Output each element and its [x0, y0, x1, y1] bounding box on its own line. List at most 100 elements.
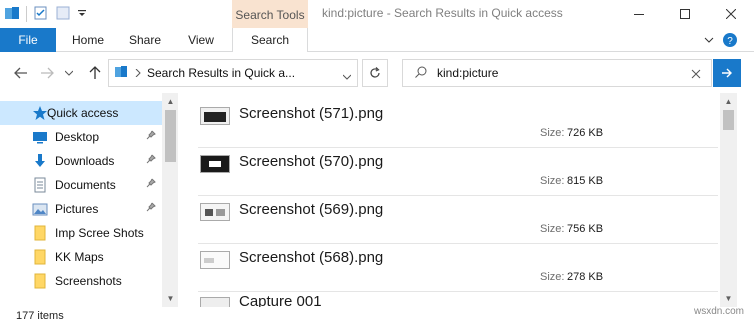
up-arrow-icon [89, 66, 101, 79]
scroll-down-icon[interactable]: ▼ [162, 290, 179, 307]
file-name[interactable]: Screenshot (571).png [239, 105, 383, 122]
file-size: 726 KB [567, 127, 604, 139]
pin-icon[interactable] [146, 154, 156, 167]
desktop-icon [32, 129, 48, 145]
scroll-thumb[interactable] [723, 110, 734, 130]
scroll-up-icon[interactable]: ▲ [162, 93, 179, 110]
address-row: Search Results in Quick a... [0, 53, 754, 93]
chevron-down-icon [65, 70, 73, 76]
file-name[interactable]: Capture 001 [239, 293, 322, 307]
tab-view[interactable]: View [180, 28, 222, 52]
folder-icon [32, 249, 48, 265]
nav-pane-scrollbar[interactable]: ▲ ▼ [162, 93, 179, 307]
sidebar-item-documents[interactable]: Documents [0, 173, 162, 197]
search-results-pane: Screenshot (571).png Size: 726 KB Screen… [178, 93, 737, 307]
search-box[interactable] [402, 59, 712, 87]
sidebar-item-pictures[interactable]: Pictures [0, 197, 162, 221]
up-button[interactable] [84, 63, 106, 83]
folder-icon [32, 273, 48, 289]
maximize-icon [680, 9, 690, 19]
help-icon[interactable]: ? [722, 32, 738, 51]
list-item[interactable]: Screenshot (570).png Size: 815 KB [198, 147, 718, 195]
ribbon-tabs: File Home Share View Search ? [0, 28, 754, 52]
maximize-button[interactable] [662, 0, 708, 28]
list-item[interactable]: Capture 001 [198, 293, 718, 307]
file-thumbnail [200, 297, 230, 307]
file-thumbnail [200, 107, 230, 125]
download-icon [32, 153, 48, 169]
minimize-button[interactable] [616, 0, 662, 28]
tab-search[interactable]: Search [232, 28, 308, 52]
file-name[interactable]: Screenshot (570).png [239, 153, 383, 170]
expand-ribbon-icon[interactable] [704, 34, 714, 48]
refresh-icon [370, 67, 380, 78]
tab-share[interactable]: Share [124, 28, 166, 52]
file-size: 815 KB [567, 175, 604, 187]
search-results-location-icon [113, 64, 129, 83]
new-folder-icon[interactable] [55, 5, 71, 24]
file-name[interactable]: Screenshot (569).png [239, 201, 383, 218]
star-icon [32, 105, 48, 121]
svg-text:?: ? [727, 36, 733, 47]
scroll-thumb[interactable] [165, 110, 176, 162]
size-label: Size: [540, 127, 565, 139]
sidebar-item-label: Downloads [55, 154, 115, 168]
results-scrollbar[interactable]: ▲ ▼ [720, 93, 737, 307]
sidebar-item-label: KK Maps [55, 250, 104, 264]
scroll-up-icon[interactable]: ▲ [720, 93, 737, 110]
sidebar-item-label: Quick access [47, 106, 119, 120]
pin-icon[interactable] [146, 130, 156, 143]
address-dropdown-icon[interactable] [342, 69, 352, 83]
address-text[interactable]: Search Results in Quick a... [147, 66, 295, 80]
file-thumbnail [200, 251, 230, 269]
list-item[interactable]: Screenshot (568).png Size: 278 KB [198, 243, 718, 291]
address-bar[interactable]: Search Results in Quick a... [108, 59, 358, 87]
refresh-button[interactable] [362, 59, 388, 87]
pin-icon[interactable] [146, 178, 156, 191]
row-divider [198, 291, 718, 292]
search-input[interactable] [437, 66, 677, 80]
search-tools-context-header: Search Tools [232, 0, 308, 28]
recent-locations-button[interactable] [62, 63, 76, 83]
tab-file[interactable]: File [0, 28, 56, 52]
forward-button[interactable] [36, 63, 58, 83]
sidebar-item-desktop[interactable]: Desktop [0, 125, 162, 149]
scroll-down-icon[interactable]: ▼ [720, 290, 737, 307]
sidebar-item-screenshots[interactable]: Screenshots [0, 269, 162, 293]
file-size: 278 KB [567, 271, 604, 283]
size-label: Size: [540, 271, 565, 283]
documents-icon [32, 177, 48, 193]
watermark: wsxdn.com [694, 306, 745, 317]
search-icon [415, 66, 427, 81]
file-thumbnail [200, 203, 230, 221]
tab-home[interactable]: Home [66, 28, 110, 52]
pin-icon[interactable] [146, 202, 156, 215]
sidebar-item-label: Pictures [55, 202, 99, 216]
size-label: Size: [540, 175, 565, 187]
properties-icon[interactable] [33, 5, 49, 24]
sidebar-item-kk-maps[interactable]: KK Maps [0, 245, 162, 269]
status-bar: 177 items [0, 307, 754, 326]
sidebar-item-label: Screenshots [55, 274, 122, 288]
pictures-icon [32, 201, 48, 217]
sidebar-item-label: Imp Scree Shots [55, 226, 144, 240]
list-item[interactable]: Screenshot (569).png Size: 756 KB [198, 195, 718, 243]
sidebar-item-downloads[interactable]: Downloads [0, 149, 162, 173]
minimize-icon [634, 14, 644, 15]
clear-icon [691, 69, 701, 79]
breadcrumb-chevron-icon[interactable] [135, 66, 141, 80]
customize-qat-icon[interactable] [77, 5, 87, 24]
explorer-app-icon[interactable] [4, 5, 20, 24]
sidebar-item-label: Documents [55, 178, 116, 192]
file-thumbnail [200, 155, 230, 173]
list-item[interactable]: Screenshot (571).png Size: 726 KB [198, 99, 718, 147]
navigation-pane: Quick access Desktop Downloads Documents [0, 93, 179, 307]
close-button[interactable] [708, 0, 754, 28]
search-go-button[interactable] [713, 59, 741, 87]
size-label: Size: [540, 223, 565, 235]
file-name[interactable]: Screenshot (568).png [239, 249, 383, 266]
back-button[interactable] [10, 63, 32, 83]
sidebar-item-quick-access[interactable]: Quick access [0, 101, 162, 125]
clear-search-button[interactable] [691, 68, 701, 82]
sidebar-item-imp-scree-shots[interactable]: Imp Scree Shots [0, 221, 162, 245]
